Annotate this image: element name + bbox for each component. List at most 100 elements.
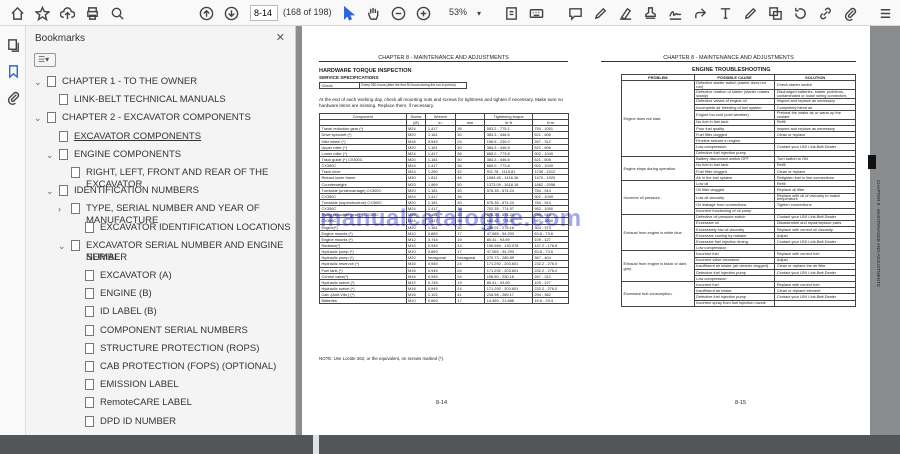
link-icon[interactable] <box>816 4 834 22</box>
page-count: (168 of 198) <box>283 7 332 17</box>
pen-icon[interactable] <box>591 4 609 22</box>
bookmark-item[interactable]: COMPONENT SERIAL NUMBERS <box>100 325 248 337</box>
bookmark-item[interactable]: STRUCTURE PROTECTION (ROPS) <box>100 343 259 355</box>
layers-icon[interactable] <box>766 4 784 22</box>
chevron-down-icon[interactable]: ⌄ <box>46 186 56 196</box>
bookmark-item[interactable]: IDENTIFICATION NUMBERS <box>74 185 199 197</box>
bookmark-page-icon <box>59 130 68 142</box>
keyboard-icon[interactable] <box>527 4 545 22</box>
comment-icon[interactable] <box>566 4 584 22</box>
bookmark-item[interactable]: EXCAVATOR IDENTIFICATION LOCATIONS <box>100 222 291 234</box>
pdf-toolbar: 8-14 (168 of 198) 53% ▾ <box>0 0 900 26</box>
bookmark-page-icon <box>71 239 80 251</box>
bookmark-page-icon <box>85 270 94 281</box>
table-cell: Discharged batteries, starter problems, … <box>774 88 856 99</box>
bookmark-item[interactable]: ENGINE COMPONENTS <box>74 149 181 161</box>
stamp-icon[interactable] <box>641 4 659 22</box>
cloud-upload-icon[interactable] <box>58 4 76 22</box>
table-cell: Check starter switch <box>774 80 856 90</box>
text-select-icon[interactable] <box>716 4 734 22</box>
select-cursor-icon[interactable] <box>339 4 357 22</box>
table-cell: Preheat the intake air or warm up the co… <box>774 110 856 120</box>
bookmark-page-icon <box>85 221 94 233</box>
table-cell: Defective rotation of starter (starter r… <box>693 88 776 99</box>
search-icon[interactable] <box>108 4 126 22</box>
bookmark-item[interactable]: EMISSION LABEL <box>100 379 179 391</box>
sign-icon[interactable] <box>666 4 684 22</box>
table-cell: 14.459 - 21.688 <box>484 297 533 305</box>
table-cell: 17 <box>454 297 486 305</box>
bookmark-page-icon <box>71 203 80 215</box>
chapter-tab <box>868 155 876 169</box>
page-thumbnails-icon[interactable] <box>4 36 22 54</box>
attach-icon[interactable] <box>841 4 859 22</box>
bookmark-options-icon[interactable]: ☰▾ <box>34 53 56 67</box>
share-icon[interactable] <box>691 4 709 22</box>
table-row: Engine does not start. Defective starter … <box>621 80 856 157</box>
page-number: 8-15 <box>735 400 747 406</box>
bookmark-item[interactable]: EXCAVATOR COMPONENTS <box>74 131 201 143</box>
bookmark-item[interactable]: ENGINE (B) <box>100 288 152 300</box>
bookmark-item[interactable]: ID LABEL (B) <box>100 306 157 318</box>
page-number: 8-14 <box>436 400 448 406</box>
table-cell: 0.669 <box>425 297 456 305</box>
print-icon[interactable] <box>83 4 101 22</box>
chevron-right-icon[interactable]: › <box>58 204 68 214</box>
bookmark-icon[interactable] <box>4 62 22 80</box>
page-header: CHAPTER 8 - MAINTENANCE AND ADJUSTMENTS <box>319 55 568 62</box>
zoom-out-icon[interactable] <box>389 4 407 22</box>
section-subtitle: SERVICE SPECIFICATIONS <box>319 75 379 80</box>
bookmark-page-icon <box>47 112 56 124</box>
highlight-icon[interactable] <box>616 4 634 22</box>
chevron-down-icon[interactable]: ▾ <box>470 4 488 22</box>
previous-page-icon[interactable] <box>197 4 215 22</box>
viewer-margin <box>886 26 900 435</box>
table-cell <box>774 299 856 307</box>
bookmark-item[interactable]: CAB PROTECTION (FOPS) (OPTIONAL) <box>100 361 276 373</box>
section-title: HARDWARE TORQUE INSPECTION <box>319 68 412 74</box>
navigation-rail <box>0 26 26 435</box>
star-icon[interactable] <box>33 4 51 22</box>
bookmark-item[interactable]: RemoteCARE LABEL <box>100 397 192 409</box>
check-table: Check Every 250 hours (after the first 50… <box>319 81 467 90</box>
table-cell: Batteries <box>319 297 407 305</box>
bookmark-page-icon <box>85 397 94 409</box>
troubleshooting-table: PROBLEM POSSIBLE CAUSE SOLUTION Engine does… <box>621 73 856 307</box>
bookmark-item[interactable]: CHAPTER 1 - TO THE OWNER <box>62 76 197 88</box>
page-number-input[interactable]: 8-14 <box>250 5 278 21</box>
bookmark-page-icon <box>85 379 94 391</box>
bookmark-item-continued[interactable]: NUMBER <box>86 252 127 264</box>
zoom-level[interactable]: 53% <box>449 7 467 17</box>
problem-cell: Engine does not start. <box>621 80 695 157</box>
chevron-down-icon[interactable]: ⌄ <box>34 113 44 123</box>
bookmark-page-icon <box>85 288 94 300</box>
table-cell: Incorrect spray from fuel injection nozz… <box>693 299 776 307</box>
bookmark-page-icon <box>85 415 94 427</box>
bookmark-item[interactable]: LINK-BELT TECHNICAL MANUALS <box>74 94 226 106</box>
problem-cell: Excessive fuel consumption. <box>621 281 695 307</box>
zoom-in-icon[interactable] <box>414 4 432 22</box>
table-cell: Engine too cold (cold weather) <box>693 110 776 120</box>
panel-title: Bookmarks <box>35 33 86 44</box>
table-cell: Defective starter switch (starter does n… <box>693 80 776 90</box>
bookmarks-panel: Bookmarks ✕ ☰▾ ⌄ CHAPTER 1 - TO THE OWNER… <box>26 26 319 454</box>
close-icon[interactable]: ✕ <box>276 31 285 44</box>
bookmark-item[interactable]: CHAPTER 2 - EXCAVATOR COMPONENTS <box>62 112 251 124</box>
more-menu-icon[interactable] <box>876 4 894 22</box>
next-page-icon[interactable] <box>222 4 240 22</box>
home-icon[interactable] <box>8 4 26 22</box>
table-cell: Replace with oil of viscosity to match t… <box>774 192 856 203</box>
section-title: ENGINE TROUBLESHOOTING <box>692 67 771 73</box>
chevron-down-icon[interactable]: ⌄ <box>46 150 56 160</box>
rotate-icon[interactable] <box>791 4 809 22</box>
chevron-down-icon[interactable]: ⌄ <box>58 241 68 251</box>
chevron-down-icon[interactable]: ⌄ <box>34 77 44 87</box>
bookmark-item[interactable]: DPD ID NUMBER <box>100 416 176 428</box>
bookmark-page-icon <box>85 361 94 372</box>
hand-tool-icon[interactable] <box>364 4 382 22</box>
bookmark-item[interactable]: EXCAVATOR (A) <box>100 270 172 282</box>
bookmark-page-icon <box>71 167 80 178</box>
fit-page-icon[interactable] <box>502 4 520 22</box>
pencil-icon[interactable] <box>741 4 759 22</box>
attachment-icon[interactable] <box>4 88 22 106</box>
